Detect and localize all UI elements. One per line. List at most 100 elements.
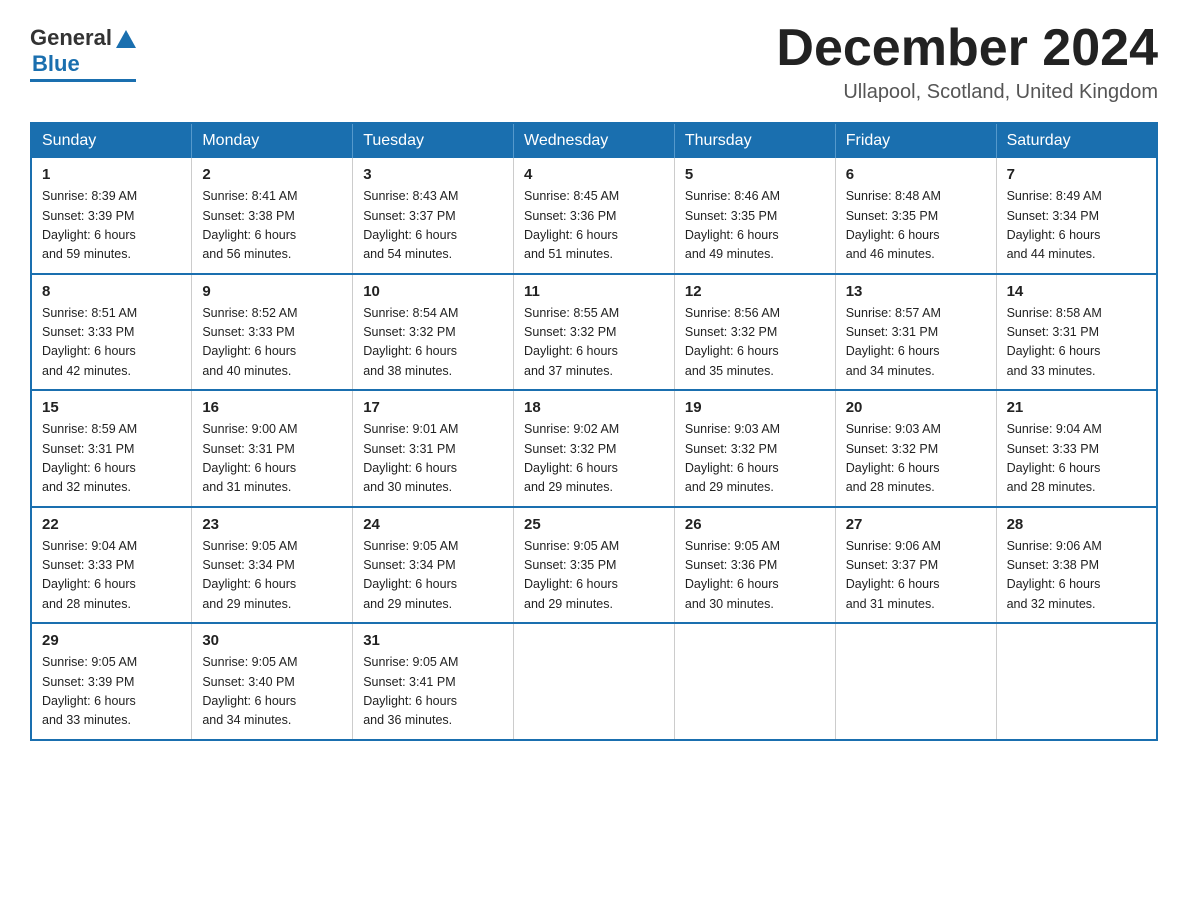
- day-number: 19: [685, 399, 825, 416]
- day-info: Sunrise: 9:03 AMSunset: 3:32 PMDaylight:…: [846, 422, 941, 494]
- calendar-cell: 31 Sunrise: 9:05 AMSunset: 3:41 PMDaylig…: [353, 623, 514, 740]
- day-number: 17: [363, 399, 503, 416]
- day-number: 5: [685, 166, 825, 183]
- month-title: December 2024: [776, 20, 1158, 77]
- day-info: Sunrise: 9:05 AMSunset: 3:34 PMDaylight:…: [202, 539, 297, 611]
- calendar-cell: 21 Sunrise: 9:04 AMSunset: 3:33 PMDaylig…: [996, 390, 1157, 507]
- day-number: 18: [524, 399, 664, 416]
- day-info: Sunrise: 9:04 AMSunset: 3:33 PMDaylight:…: [1007, 422, 1102, 494]
- calendar-week-3: 15 Sunrise: 8:59 AMSunset: 3:31 PMDaylig…: [31, 390, 1157, 507]
- day-number: 8: [42, 283, 181, 300]
- day-number: 12: [685, 283, 825, 300]
- calendar-cell: 7 Sunrise: 8:49 AMSunset: 3:34 PMDayligh…: [996, 158, 1157, 274]
- calendar-cell: 22 Sunrise: 9:04 AMSunset: 3:33 PMDaylig…: [31, 507, 192, 624]
- day-info: Sunrise: 9:05 AMSunset: 3:35 PMDaylight:…: [524, 539, 619, 611]
- calendar-cell: 11 Sunrise: 8:55 AMSunset: 3:32 PMDaylig…: [514, 274, 675, 391]
- calendar-cell: 17 Sunrise: 9:01 AMSunset: 3:31 PMDaylig…: [353, 390, 514, 507]
- calendar-cell: 5 Sunrise: 8:46 AMSunset: 3:35 PMDayligh…: [674, 158, 835, 274]
- location-text: Ullapool, Scotland, United Kingdom: [776, 81, 1158, 104]
- logo-triangle-icon: [116, 30, 136, 48]
- calendar-cell: 28 Sunrise: 9:06 AMSunset: 3:38 PMDaylig…: [996, 507, 1157, 624]
- day-info: Sunrise: 8:39 AMSunset: 3:39 PMDaylight:…: [42, 189, 137, 261]
- logo-underline: [30, 79, 136, 82]
- day-number: 4: [524, 166, 664, 183]
- day-number: 6: [846, 166, 986, 183]
- day-info: Sunrise: 8:49 AMSunset: 3:34 PMDaylight:…: [1007, 189, 1102, 261]
- weekday-header-sunday: Sunday: [31, 123, 192, 158]
- day-info: Sunrise: 8:54 AMSunset: 3:32 PMDaylight:…: [363, 306, 458, 378]
- calendar-cell: 10 Sunrise: 8:54 AMSunset: 3:32 PMDaylig…: [353, 274, 514, 391]
- day-number: 10: [363, 283, 503, 300]
- day-number: 20: [846, 399, 986, 416]
- day-info: Sunrise: 8:45 AMSunset: 3:36 PMDaylight:…: [524, 189, 619, 261]
- day-number: 25: [524, 516, 664, 533]
- calendar-cell: 15 Sunrise: 8:59 AMSunset: 3:31 PMDaylig…: [31, 390, 192, 507]
- calendar-week-2: 8 Sunrise: 8:51 AMSunset: 3:33 PMDayligh…: [31, 274, 1157, 391]
- day-info: Sunrise: 8:43 AMSunset: 3:37 PMDaylight:…: [363, 189, 458, 261]
- day-info: Sunrise: 9:05 AMSunset: 3:39 PMDaylight:…: [42, 655, 137, 727]
- day-info: Sunrise: 8:59 AMSunset: 3:31 PMDaylight:…: [42, 422, 137, 494]
- day-number: 26: [685, 516, 825, 533]
- day-number: 28: [1007, 516, 1146, 533]
- day-number: 27: [846, 516, 986, 533]
- day-info: Sunrise: 8:57 AMSunset: 3:31 PMDaylight:…: [846, 306, 941, 378]
- calendar-cell: 9 Sunrise: 8:52 AMSunset: 3:33 PMDayligh…: [192, 274, 353, 391]
- logo-blue-text: Blue: [32, 51, 80, 77]
- calendar-cell: 27 Sunrise: 9:06 AMSunset: 3:37 PMDaylig…: [835, 507, 996, 624]
- calendar-cell: 24 Sunrise: 9:05 AMSunset: 3:34 PMDaylig…: [353, 507, 514, 624]
- calendar-cell: 16 Sunrise: 9:00 AMSunset: 3:31 PMDaylig…: [192, 390, 353, 507]
- calendar-cell: 4 Sunrise: 8:45 AMSunset: 3:36 PMDayligh…: [514, 158, 675, 274]
- day-info: Sunrise: 9:02 AMSunset: 3:32 PMDaylight:…: [524, 422, 619, 494]
- day-info: Sunrise: 8:51 AMSunset: 3:33 PMDaylight:…: [42, 306, 137, 378]
- day-info: Sunrise: 9:06 AMSunset: 3:38 PMDaylight:…: [1007, 539, 1102, 611]
- calendar-cell: [674, 623, 835, 740]
- day-info: Sunrise: 8:56 AMSunset: 3:32 PMDaylight:…: [685, 306, 780, 378]
- day-number: 29: [42, 632, 181, 649]
- day-info: Sunrise: 9:05 AMSunset: 3:40 PMDaylight:…: [202, 655, 297, 727]
- weekday-header-tuesday: Tuesday: [353, 123, 514, 158]
- weekday-header-thursday: Thursday: [674, 123, 835, 158]
- calendar-cell: 20 Sunrise: 9:03 AMSunset: 3:32 PMDaylig…: [835, 390, 996, 507]
- day-info: Sunrise: 8:48 AMSunset: 3:35 PMDaylight:…: [846, 189, 941, 261]
- calendar-cell: 26 Sunrise: 9:05 AMSunset: 3:36 PMDaylig…: [674, 507, 835, 624]
- title-section: December 2024 Ullapool, Scotland, United…: [776, 20, 1158, 104]
- calendar-week-4: 22 Sunrise: 9:04 AMSunset: 3:33 PMDaylig…: [31, 507, 1157, 624]
- day-info: Sunrise: 9:05 AMSunset: 3:34 PMDaylight:…: [363, 539, 458, 611]
- day-number: 2: [202, 166, 342, 183]
- calendar-cell: 30 Sunrise: 9:05 AMSunset: 3:40 PMDaylig…: [192, 623, 353, 740]
- calendar-week-1: 1 Sunrise: 8:39 AMSunset: 3:39 PMDayligh…: [31, 158, 1157, 274]
- weekday-header-monday: Monday: [192, 123, 353, 158]
- calendar-cell: 25 Sunrise: 9:05 AMSunset: 3:35 PMDaylig…: [514, 507, 675, 624]
- day-number: 7: [1007, 166, 1146, 183]
- calendar-cell: 6 Sunrise: 8:48 AMSunset: 3:35 PMDayligh…: [835, 158, 996, 274]
- day-number: 16: [202, 399, 342, 416]
- weekday-header-row: SundayMondayTuesdayWednesdayThursdayFrid…: [31, 123, 1157, 158]
- weekday-header-saturday: Saturday: [996, 123, 1157, 158]
- day-info: Sunrise: 8:58 AMSunset: 3:31 PMDaylight:…: [1007, 306, 1102, 378]
- day-number: 3: [363, 166, 503, 183]
- calendar-cell: 8 Sunrise: 8:51 AMSunset: 3:33 PMDayligh…: [31, 274, 192, 391]
- calendar-cell: 12 Sunrise: 8:56 AMSunset: 3:32 PMDaylig…: [674, 274, 835, 391]
- page-header: General Blue December 2024 Ullapool, Sco…: [30, 20, 1158, 104]
- day-number: 11: [524, 283, 664, 300]
- day-info: Sunrise: 8:55 AMSunset: 3:32 PMDaylight:…: [524, 306, 619, 378]
- logo-general-text: General: [30, 25, 112, 51]
- day-info: Sunrise: 9:03 AMSunset: 3:32 PMDaylight:…: [685, 422, 780, 494]
- day-info: Sunrise: 9:01 AMSunset: 3:31 PMDaylight:…: [363, 422, 458, 494]
- day-info: Sunrise: 9:06 AMSunset: 3:37 PMDaylight:…: [846, 539, 941, 611]
- day-info: Sunrise: 9:05 AMSunset: 3:36 PMDaylight:…: [685, 539, 780, 611]
- day-info: Sunrise: 8:41 AMSunset: 3:38 PMDaylight:…: [202, 189, 297, 261]
- calendar-cell: [835, 623, 996, 740]
- day-number: 30: [202, 632, 342, 649]
- day-number: 14: [1007, 283, 1146, 300]
- logo: General Blue: [30, 20, 136, 82]
- calendar-cell: 1 Sunrise: 8:39 AMSunset: 3:39 PMDayligh…: [31, 158, 192, 274]
- calendar-cell: 19 Sunrise: 9:03 AMSunset: 3:32 PMDaylig…: [674, 390, 835, 507]
- day-number: 1: [42, 166, 181, 183]
- calendar-table: SundayMondayTuesdayWednesdayThursdayFrid…: [30, 122, 1158, 741]
- weekday-header-wednesday: Wednesday: [514, 123, 675, 158]
- calendar-cell: 29 Sunrise: 9:05 AMSunset: 3:39 PMDaylig…: [31, 623, 192, 740]
- day-number: 24: [363, 516, 503, 533]
- day-number: 21: [1007, 399, 1146, 416]
- day-number: 23: [202, 516, 342, 533]
